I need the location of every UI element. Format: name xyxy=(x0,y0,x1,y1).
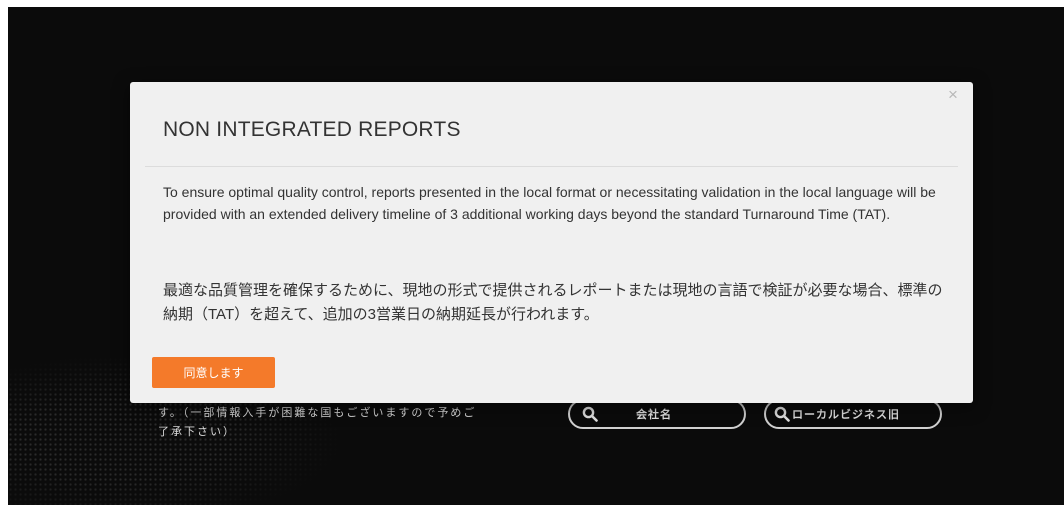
non-integrated-reports-modal: × NON INTEGRATED REPORTS To ensure optim… xyxy=(130,82,973,403)
search-icon xyxy=(774,406,790,422)
company-name-search-label: 会社名 xyxy=(636,409,672,421)
agree-button[interactable]: 同意します xyxy=(152,357,275,388)
modal-title: NON INTEGRATED REPORTS xyxy=(163,118,461,141)
local-business-search-button[interactable]: ローカルビジネス旧 xyxy=(764,399,942,429)
modal-divider xyxy=(145,166,958,167)
close-icon[interactable]: × xyxy=(946,86,960,103)
local-business-search-label: ローカルビジネス旧 xyxy=(792,409,900,421)
search-icon xyxy=(582,406,598,422)
company-name-search-button[interactable]: 会社名 xyxy=(568,399,746,429)
background-notice-text: す。（一部情報入手が困難な国もございますので予めご了承下さい） xyxy=(158,406,477,438)
modal-body-japanese: 最適な品質管理を確保するために、現地の形式で提供されるレポートまたは現地の言語で… xyxy=(163,282,943,323)
modal-body-english: To ensure optimal quality control, repor… xyxy=(163,184,936,222)
